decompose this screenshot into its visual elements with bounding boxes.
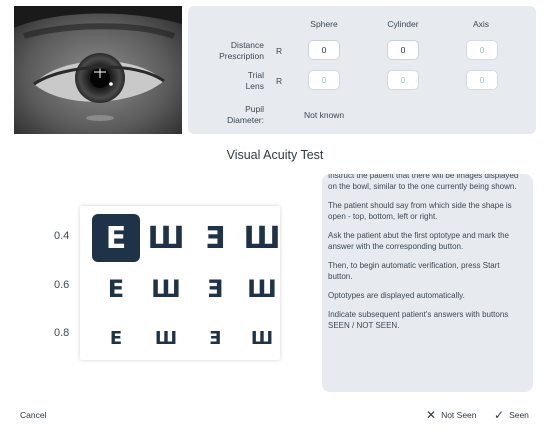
optotype[interactable]: Ш xyxy=(245,272,279,306)
optotype[interactable]: Ǝ xyxy=(192,215,238,261)
optotype[interactable]: Ǝ xyxy=(202,325,228,351)
label-line: Prescription xyxy=(219,51,264,61)
not-seen-button[interactable]: ✕ Not Seen xyxy=(426,405,477,425)
instruction-text: The patient should say from which side t… xyxy=(328,201,512,221)
column-header-axis: Axis xyxy=(472,19,490,29)
optotype[interactable]: Ш xyxy=(149,272,183,306)
trial-axis-field[interactable]: 0 xyxy=(466,70,498,90)
optotype[interactable]: Ш xyxy=(143,215,189,261)
label-line: Diameter: xyxy=(227,115,264,125)
instruction-text: Indicate subsequent patient's answers wi… xyxy=(328,310,509,330)
distance-cylinder-field[interactable]: 0 xyxy=(387,40,419,60)
optotype[interactable]: Ǝ xyxy=(198,272,232,306)
instruction-text: Ask the patient abut the first optotype … xyxy=(328,231,509,251)
trial-cylinder-field[interactable]: 0 xyxy=(387,70,419,90)
optotype[interactable]: E xyxy=(92,214,140,262)
instruction-text: Optotypes are displayed automatically. xyxy=(328,291,465,300)
not-seen-label: Not Seen xyxy=(441,410,477,420)
prescription-panel: Sphere Cylinder Axis Distance Prescripti… xyxy=(188,6,536,134)
instruction-text: Instruct the patient that there will be … xyxy=(328,174,519,191)
pupil-diameter-value: Not known xyxy=(304,110,345,120)
distance-sphere-field[interactable]: 0 xyxy=(308,40,340,60)
eye-side-label: R xyxy=(276,76,283,86)
instruction-text: Then, to begin automatic verification, p… xyxy=(328,261,500,281)
optotype[interactable]: E xyxy=(103,325,129,351)
seen-button[interactable]: ✓ Seen xyxy=(494,405,529,425)
acuity-label: 0.8 xyxy=(54,327,70,339)
check-icon: ✓ xyxy=(494,408,505,422)
column-header-cylinder: Cylinder xyxy=(387,19,419,29)
column-header-sphere: Sphere xyxy=(310,19,338,29)
pupil-diameter-label: Pupil Diameter: xyxy=(227,104,264,126)
optotype[interactable]: Ш xyxy=(249,325,275,351)
close-icon: ✕ xyxy=(426,408,437,422)
eye-camera-image xyxy=(14,6,182,134)
optotype-chart: EШƎШEШƎШEШƎШ xyxy=(80,206,281,360)
label-line: Trial xyxy=(247,70,264,80)
acuity-label: 0.4 xyxy=(54,230,70,242)
eye-side-label: R xyxy=(276,46,283,56)
label-line: Lens xyxy=(245,81,264,91)
label-line: Pupil xyxy=(245,104,264,114)
instructions-list: Instruct the patient that there will be … xyxy=(322,174,533,339)
label-line: Distance xyxy=(230,40,264,50)
trial-sphere-field[interactable]: 0 xyxy=(308,70,340,90)
trial-lens-label: Trial Lens xyxy=(246,70,264,92)
distance-prescription-label: Distance Prescription xyxy=(219,40,264,62)
seen-label: Seen xyxy=(509,410,529,420)
instructions-panel: Instruct the patient that there will be … xyxy=(322,174,533,392)
acuity-label: 0.6 xyxy=(54,279,70,291)
optotype[interactable]: E xyxy=(99,272,133,306)
optotype[interactable]: Ш xyxy=(239,215,285,261)
cancel-button[interactable]: Cancel xyxy=(20,410,46,420)
distance-axis-field[interactable]: 0 xyxy=(466,40,498,60)
page-title: Visual Acuity Test xyxy=(226,148,324,162)
optotype[interactable]: Ш xyxy=(153,325,179,351)
eye-image-graphic xyxy=(14,6,182,134)
